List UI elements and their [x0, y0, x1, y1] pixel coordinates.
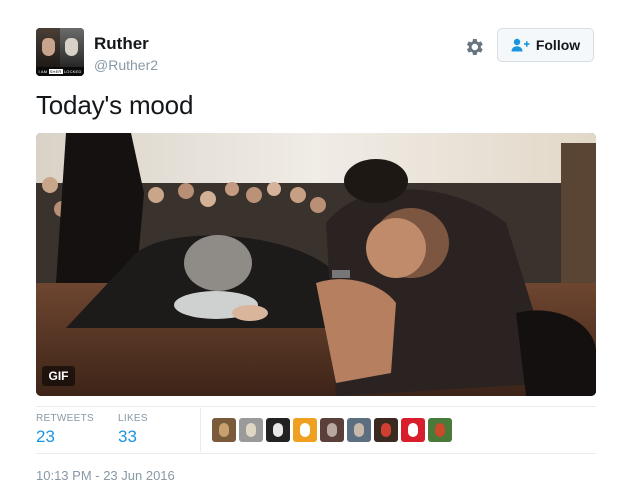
liker-avatar[interactable]: [212, 418, 236, 442]
avatar-caption: I AM SHER LOCKED: [36, 67, 84, 76]
display-name[interactable]: Ruther: [94, 34, 149, 54]
liker-avatar-face: [408, 423, 418, 437]
liker-avatar-face: [300, 423, 310, 437]
timestamp[interactable]: 10:13 PM - 23 Jun 2016: [36, 468, 175, 483]
follow-button[interactable]: Follow: [497, 28, 594, 62]
avatar-face-right: [65, 38, 78, 56]
stats-divider-bottom: [36, 453, 596, 454]
liker-avatar[interactable]: [428, 418, 452, 442]
liker-avatars: [212, 418, 452, 442]
gif-frame: [36, 133, 596, 396]
follow-button-label: Follow: [535, 37, 581, 53]
retweets-count[interactable]: 23: [36, 427, 55, 447]
liker-avatar-face: [327, 423, 337, 437]
retweets-label[interactable]: RETWEETS: [36, 413, 94, 424]
tweet-text: Today's mood: [36, 90, 194, 120]
gear-icon[interactable]: [463, 36, 485, 58]
liker-avatar-face: [354, 423, 364, 437]
liker-avatar[interactable]: [347, 418, 371, 442]
liker-avatar-face: [273, 423, 283, 437]
liker-avatar[interactable]: [320, 418, 344, 442]
gif-bookshelf: [561, 143, 596, 283]
user-handle[interactable]: @Ruther2: [94, 57, 158, 73]
liker-avatar[interactable]: [401, 418, 425, 442]
liker-avatar-face: [381, 423, 391, 437]
gif-badge: GIF: [42, 366, 75, 386]
gif-media[interactable]: [36, 133, 596, 396]
liker-avatar[interactable]: [266, 418, 290, 442]
likes-label[interactable]: LIKES: [118, 413, 148, 424]
avatar[interactable]: I AM SHER LOCKED: [36, 28, 84, 76]
likes-count[interactable]: 33: [118, 427, 137, 447]
liker-avatar-face: [246, 423, 256, 437]
liker-avatar-face: [435, 423, 445, 437]
stats-separator: [200, 408, 201, 452]
tweet-card: I AM SHER LOCKED Ruther @Ruther2 Follow …: [0, 0, 634, 488]
avatar-face-left: [42, 38, 55, 56]
liker-avatar[interactable]: [239, 418, 263, 442]
liker-avatar[interactable]: [293, 418, 317, 442]
add-user-icon: [511, 38, 530, 52]
liker-avatar[interactable]: [374, 418, 398, 442]
stats-divider-top: [36, 406, 596, 407]
liker-avatar-face: [219, 423, 229, 437]
